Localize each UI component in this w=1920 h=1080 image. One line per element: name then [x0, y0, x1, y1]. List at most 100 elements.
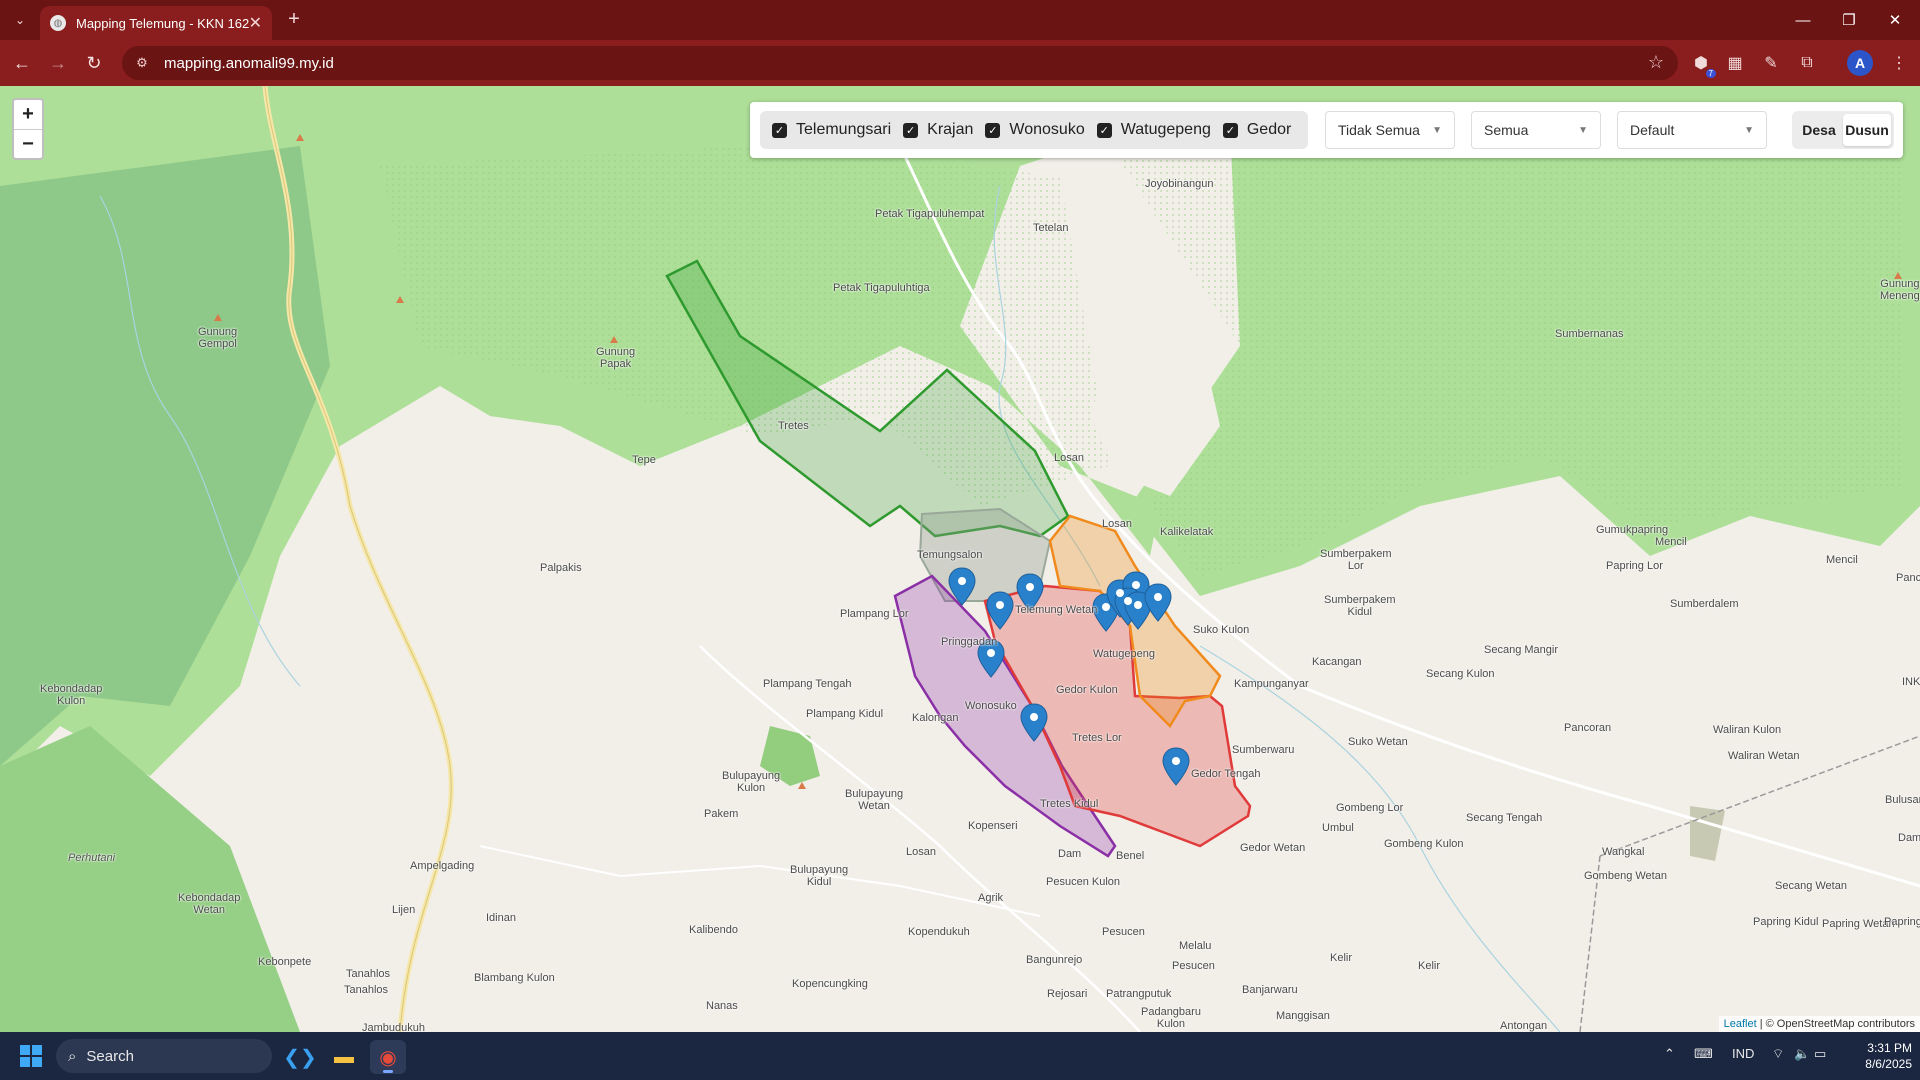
- zoom-out-button[interactable]: −: [14, 129, 42, 158]
- place-label: Wangkal: [1602, 846, 1645, 858]
- eyedropper-icon[interactable]: ✎: [1758, 50, 1784, 76]
- taskbar-search[interactable]: ⌕ Search: [56, 1039, 272, 1073]
- village-checkbox-group: ✓ Telemungsari ✓ Krajan ✓ Wonosuko ✓ Watugep…: [760, 111, 1308, 149]
- place-label: Petak Tigapuluhtiga: [833, 282, 930, 294]
- checkbox-watugepeng[interactable]: ✓ Watugepeng: [1096, 121, 1211, 139]
- place-label: Antongan: [1500, 1020, 1548, 1032]
- close-tab-icon[interactable]: ✕: [249, 13, 262, 33]
- checkbox-label: Krajan: [927, 121, 974, 138]
- place-label: Tetelan: [1033, 222, 1069, 234]
- place-label: Kopendukuh: [908, 926, 970, 938]
- menu-kebab-icon[interactable]: ⋮: [1886, 50, 1912, 76]
- place-label: Secang Kulon: [1426, 668, 1495, 680]
- active-app-indicator: [383, 1070, 393, 1073]
- place-label: Papring Wetan: [1884, 916, 1920, 928]
- place-label: Idinan: [486, 912, 516, 924]
- checkbox-label: Telemungsari: [796, 121, 892, 138]
- site-info-icon[interactable]: ⚙: [134, 55, 150, 71]
- select-value: Tidak Semua: [1338, 122, 1420, 138]
- checkbox-gedor[interactable]: ✓ Gedor: [1222, 121, 1292, 139]
- place-label: Nanas: [706, 1000, 738, 1012]
- select-filter-1[interactable]: Tidak Semua ▼: [1325, 111, 1455, 149]
- place-label: Watugepeng: [1093, 648, 1155, 660]
- place-label: Ampelgading: [410, 860, 475, 872]
- search-label: Search: [86, 1047, 134, 1065]
- wifi-icon[interactable]: ⌔: [1772, 1046, 1784, 1062]
- checkmark-icon[interactable]: ✓: [1222, 122, 1238, 138]
- volume-muted-icon[interactable]: 🔈: [1794, 1046, 1810, 1062]
- checkbox-label: Gedor: [1246, 121, 1292, 138]
- checkbox-telemungsari[interactable]: ✓ Telemungsari: [772, 121, 891, 139]
- checkmark-icon[interactable]: ✓: [903, 122, 919, 138]
- place-label: Kacangan: [1312, 656, 1362, 668]
- leaflet-link[interactable]: Leaflet: [1724, 1018, 1757, 1030]
- place-label: Waliran Wetan: [1728, 750, 1800, 762]
- place-label: Suko Wetan: [1348, 736, 1408, 748]
- battery-icon[interactable]: ▭: [1814, 1046, 1826, 1062]
- address-bar[interactable]: ⚙ mapping.anomali99.my.id ☆: [122, 46, 1678, 80]
- place-label: Plampang Lor: [840, 608, 909, 620]
- select-filter-2[interactable]: Semua ▼: [1471, 111, 1601, 149]
- place-label: Kebonpete: [258, 956, 312, 968]
- zoom-in-button[interactable]: +: [14, 100, 42, 129]
- place-label: Kopenseri: [968, 820, 1018, 832]
- checkbox-label: Watugepeng: [1120, 121, 1211, 138]
- place-label: Gombeng Kulon: [1384, 838, 1464, 850]
- extensions-puzzle-icon[interactable]: ⧉: [1794, 50, 1820, 76]
- restore-window-button[interactable]: ❐: [1826, 0, 1872, 40]
- place-label: Tanahlos: [346, 968, 391, 980]
- place-label: Bulupayung Kidul: [790, 864, 849, 888]
- keyboard-icon[interactable]: ⌨: [1694, 1046, 1713, 1062]
- system-clock[interactable]: 3:31 PM 8/6/2025: [1830, 1040, 1912, 1072]
- place-label: Papring Kidul: [1753, 916, 1819, 928]
- place-label: Gunung Meneng: [1880, 278, 1920, 302]
- reload-icon[interactable]: ↻: [80, 49, 108, 77]
- place-label: Pancoran: [1564, 722, 1612, 734]
- new-tab-button[interactable]: +: [282, 8, 306, 32]
- clock-date: 8/6/2025: [1865, 1057, 1912, 1071]
- vscode-icon[interactable]: ❮❯: [282, 1040, 318, 1074]
- place-label: Gombeng Lor: [1336, 802, 1404, 814]
- checkbox-krajan[interactable]: ✓ Krajan: [903, 121, 973, 139]
- toggle-desa-button[interactable]: Desa: [1795, 114, 1843, 146]
- place-label: Bulupayung Wetan: [845, 788, 904, 812]
- toggle-dusun-button[interactable]: Dusun: [1843, 114, 1891, 146]
- place-label: Kebondadap Wetan: [178, 892, 241, 916]
- back-arrow-icon[interactable]: ←: [8, 49, 36, 77]
- chrome-icon[interactable]: ◉: [370, 1040, 406, 1074]
- place-label: Losan: [906, 846, 936, 858]
- checkmark-icon[interactable]: ✓: [1096, 122, 1112, 138]
- forward-arrow-icon[interactable]: →: [44, 49, 72, 77]
- select-value: Semua: [1484, 122, 1529, 138]
- select-filter-3[interactable]: Default ▼: [1617, 111, 1767, 149]
- tab-search-chevron-icon[interactable]: ⌄: [8, 8, 32, 32]
- checkbox-wonosuko[interactable]: ✓ Wonosuko: [985, 121, 1085, 139]
- profile-avatar[interactable]: A: [1847, 50, 1873, 76]
- place-label: Kelir: [1418, 960, 1441, 972]
- bookmark-star-icon[interactable]: ☆: [1648, 52, 1664, 73]
- place-label: Bulusari: [1885, 794, 1920, 806]
- close-window-button[interactable]: ✕: [1872, 0, 1918, 40]
- map-view[interactable]: Joyobinangun Petak Tigapuluhempat Tetelan P…: [0, 86, 1920, 1032]
- windows-start-icon[interactable]: [20, 1045, 42, 1067]
- place-label: Plampang Kidul: [806, 708, 884, 720]
- file-explorer-icon[interactable]: ▬: [326, 1040, 362, 1074]
- minimize-window-button[interactable]: —: [1780, 0, 1826, 40]
- extension-shield-icon[interactable]: ⬢ 7: [1688, 50, 1716, 78]
- place-label: Rejosari: [1047, 988, 1088, 1000]
- place-label: Melalu: [1179, 940, 1212, 952]
- place-label: Mencil: [1655, 536, 1687, 548]
- place-label: Jambudukuh: [362, 1022, 425, 1032]
- place-label: Dam: [1058, 848, 1082, 860]
- checkmark-icon[interactable]: ✓: [985, 122, 1001, 138]
- place-label: Damar: [1898, 832, 1920, 844]
- place-label: Kelir: [1330, 952, 1353, 964]
- chevron-up-icon[interactable]: ⌃: [1664, 1046, 1675, 1062]
- checkmark-icon[interactable]: ✓: [772, 122, 787, 138]
- place-label: Padangbaru Kulon: [1141, 1006, 1201, 1030]
- place-label: Pesucen Kulon: [1046, 876, 1120, 888]
- browser-tab-active[interactable]: ◍ Mapping Telemung - KKN 162 ✕: [40, 6, 272, 40]
- place-label: Gunung Gempol: [198, 326, 238, 350]
- language-indicator[interactable]: IND: [1732, 1046, 1754, 1061]
- extension-grid-icon[interactable]: ▦: [1722, 50, 1748, 76]
